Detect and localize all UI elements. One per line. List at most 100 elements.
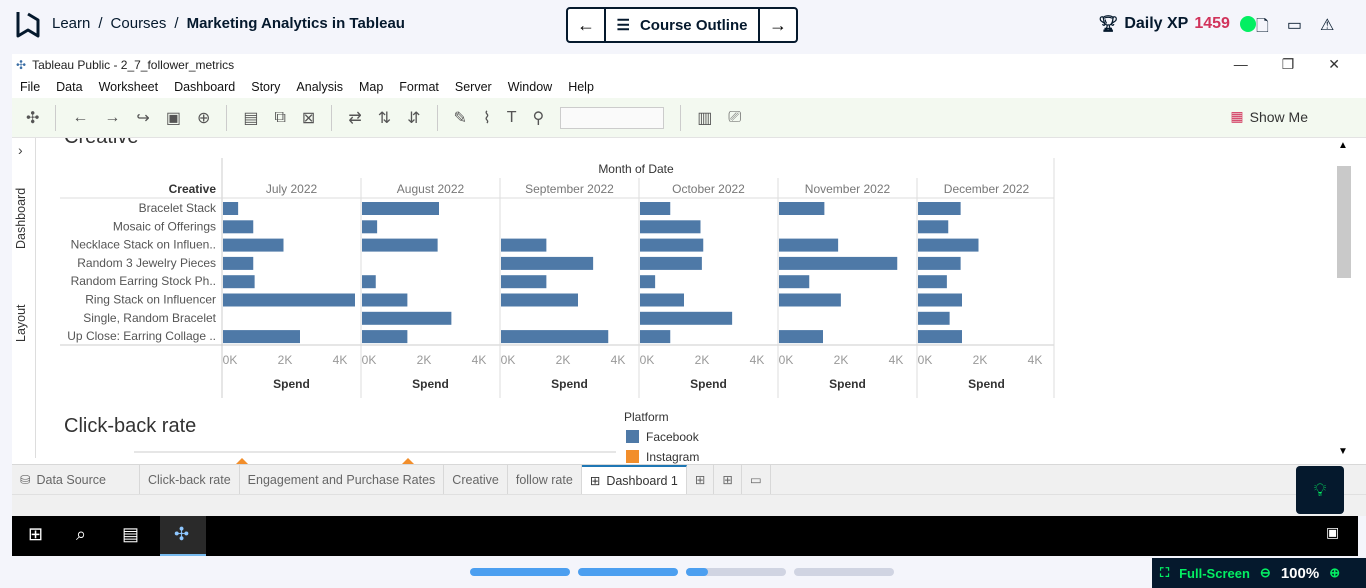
new-story-tab-icon[interactable]: ▭ <box>742 464 771 495</box>
legend-swatch <box>626 450 639 463</box>
x-tick-label: 4K <box>333 353 348 367</box>
new-dashboard-tab-icon[interactable]: ⊞ <box>714 464 742 495</box>
progress-segment[interactable] <box>686 568 786 576</box>
menu-format[interactable]: Format <box>399 80 439 94</box>
warning-icon[interactable]: ⚠ <box>1320 15 1334 42</box>
menu-dashboard[interactable]: Dashboard <box>174 80 235 94</box>
datacamp-logo-icon[interactable] <box>14 10 42 40</box>
new-worksheet-icon[interactable]: ▤ <box>243 108 258 128</box>
bar <box>223 202 239 215</box>
progress-segment[interactable] <box>578 568 678 576</box>
save-icon[interactable]: ▣ <box>166 108 181 128</box>
undo-icon[interactable]: ← <box>72 109 88 127</box>
bar <box>640 256 702 270</box>
side-tab-dashboard[interactable]: Dashboard <box>14 178 34 258</box>
menu-data[interactable]: Data <box>56 80 82 94</box>
vertical-scrollbar[interactable]: ▲ ▼ <box>1334 140 1352 460</box>
fit-dropdown[interactable] <box>560 106 665 129</box>
breadcrumb-separator: / <box>98 15 103 32</box>
attach-icon[interactable]: ⌇ <box>483 108 491 128</box>
x-axis-label: Spend <box>968 377 1005 391</box>
x-axis-label: Spend <box>829 377 866 391</box>
x-axis-label: Spend <box>690 377 727 391</box>
replay-icon[interactable]: ↪ <box>136 108 149 128</box>
bar <box>362 202 439 215</box>
menu-file[interactable]: File <box>20 80 40 94</box>
x-tick-label: 2K <box>417 353 432 367</box>
month-header: October 2022 <box>672 182 745 196</box>
menu-window[interactable]: Window <box>508 80 552 94</box>
new-data-source-icon[interactable]: ⊕ <box>197 108 210 128</box>
tab-engagement-purchase-rates[interactable]: Engagement and Purchase Rates <box>240 464 445 495</box>
bar <box>779 330 823 344</box>
menu-help[interactable]: Help <box>568 80 594 94</box>
hint-lightbulb-button[interactable]: 💡︎ <box>1296 466 1344 514</box>
daily-xp: 🏆︎ Daily XP 1459 <box>1098 14 1256 34</box>
fullscreen-icon[interactable]: ⛶ <box>1160 565 1169 581</box>
bar <box>501 238 547 252</box>
menu-server[interactable]: Server <box>455 80 492 94</box>
tableau-logo-icon[interactable]: ✣ <box>26 108 39 128</box>
redo-icon[interactable]: → <box>104 109 120 127</box>
menu-story[interactable]: Story <box>251 80 280 94</box>
window-title: Tableau Public - 2_7_follower_metrics <box>32 58 235 72</box>
breadcrumb-learn[interactable]: Learn <box>52 15 90 32</box>
video-icon[interactable]: ▭ <box>1287 15 1302 42</box>
month-header: July 2022 <box>266 182 318 196</box>
top-bar: Learn / Courses / Marketing Analytics in… <box>0 0 1366 52</box>
category-label: Necklace Stack on Influen.. <box>71 238 216 252</box>
database-icon: ⛁ <box>20 473 31 487</box>
task-view-icon[interactable]: ▤ <box>122 524 139 545</box>
side-tab-layout[interactable]: Layout <box>14 288 34 358</box>
show-me-button[interactable]: ▦ Show Me <box>1230 108 1308 125</box>
progress-segment[interactable] <box>794 568 894 576</box>
fullscreen-label[interactable]: Full-Screen <box>1179 566 1250 581</box>
tab-creative[interactable]: Creative <box>444 464 508 495</box>
zoom-in-icon[interactable]: ⊕ <box>1329 565 1340 581</box>
taskbar-tableau-app[interactable]: ✣ <box>160 516 206 556</box>
maximize-icon[interactable]: ❐ <box>1282 56 1295 73</box>
menu-worksheet[interactable]: Worksheet <box>99 80 159 94</box>
highlight-icon[interactable]: ✎ <box>454 108 467 128</box>
swap-icon[interactable]: ⇄ <box>348 108 361 128</box>
document-icon[interactable]: 🗋 <box>1256 15 1269 42</box>
bar <box>779 275 810 289</box>
zoom-out-icon[interactable]: ⊖ <box>1260 565 1271 581</box>
next-arrow-icon[interactable]: → <box>760 9 796 41</box>
scroll-down-icon[interactable]: ▼ <box>1338 446 1348 457</box>
scroll-thumb[interactable] <box>1337 166 1351 278</box>
notification-icon[interactable]: ▣ <box>1326 524 1339 541</box>
duplicate-icon[interactable]: ⧉ <box>274 109 285 127</box>
menu-analysis[interactable]: Analysis <box>296 80 343 94</box>
menu-map[interactable]: Map <box>359 80 383 94</box>
chevron-right-icon[interactable]: › <box>18 142 23 158</box>
tab-label: Data Source <box>36 472 106 487</box>
presentation-icon[interactable]: ⎚ <box>728 109 741 127</box>
search-icon[interactable]: ⌕ <box>76 524 86 545</box>
x-tick-label: 0K <box>223 353 238 367</box>
tableau-icon: ✣ <box>16 58 27 72</box>
previous-arrow-icon[interactable]: ← <box>568 9 604 41</box>
text-icon[interactable]: T <box>507 109 517 127</box>
breadcrumb-course[interactable]: Marketing Analytics in Tableau <box>187 15 405 32</box>
clear-sheet-icon[interactable]: ⊠ <box>302 108 315 128</box>
tab-dashboard-1[interactable]: ⊞ Dashboard 1 <box>581 464 687 495</box>
scroll-up-icon[interactable]: ▲ <box>1338 140 1348 151</box>
x-tick-label: 4K <box>1028 353 1043 367</box>
tab-follow-rate[interactable]: follow rate <box>508 464 582 495</box>
pin-icon[interactable]: ⚲ <box>533 108 545 128</box>
tab-data-source[interactable]: ⛁ Data Source <box>12 464 140 495</box>
course-outline-button[interactable]: ☰ Course Outline <box>604 9 760 41</box>
sort-descending-icon[interactable]: ⇵ <box>407 108 420 128</box>
progress-segment[interactable] <box>470 568 570 576</box>
tab-click-back-rate[interactable]: Click-back rate <box>140 464 240 495</box>
show-cards-icon[interactable]: ▥ <box>697 108 712 128</box>
tableau-window: ✣ Tableau Public - 2_7_follower_metrics … <box>12 54 1366 516</box>
minimize-icon[interactable]: — <box>1234 56 1248 73</box>
close-icon[interactable]: ✕ <box>1328 56 1340 73</box>
sort-ascending-icon[interactable]: ⇅ <box>378 108 391 128</box>
new-worksheet-tab-icon[interactable]: ⊞ <box>687 464 715 495</box>
windows-start-icon[interactable]: ⊞ <box>28 524 43 545</box>
bar <box>223 256 254 270</box>
breadcrumb-courses[interactable]: Courses <box>111 15 167 32</box>
